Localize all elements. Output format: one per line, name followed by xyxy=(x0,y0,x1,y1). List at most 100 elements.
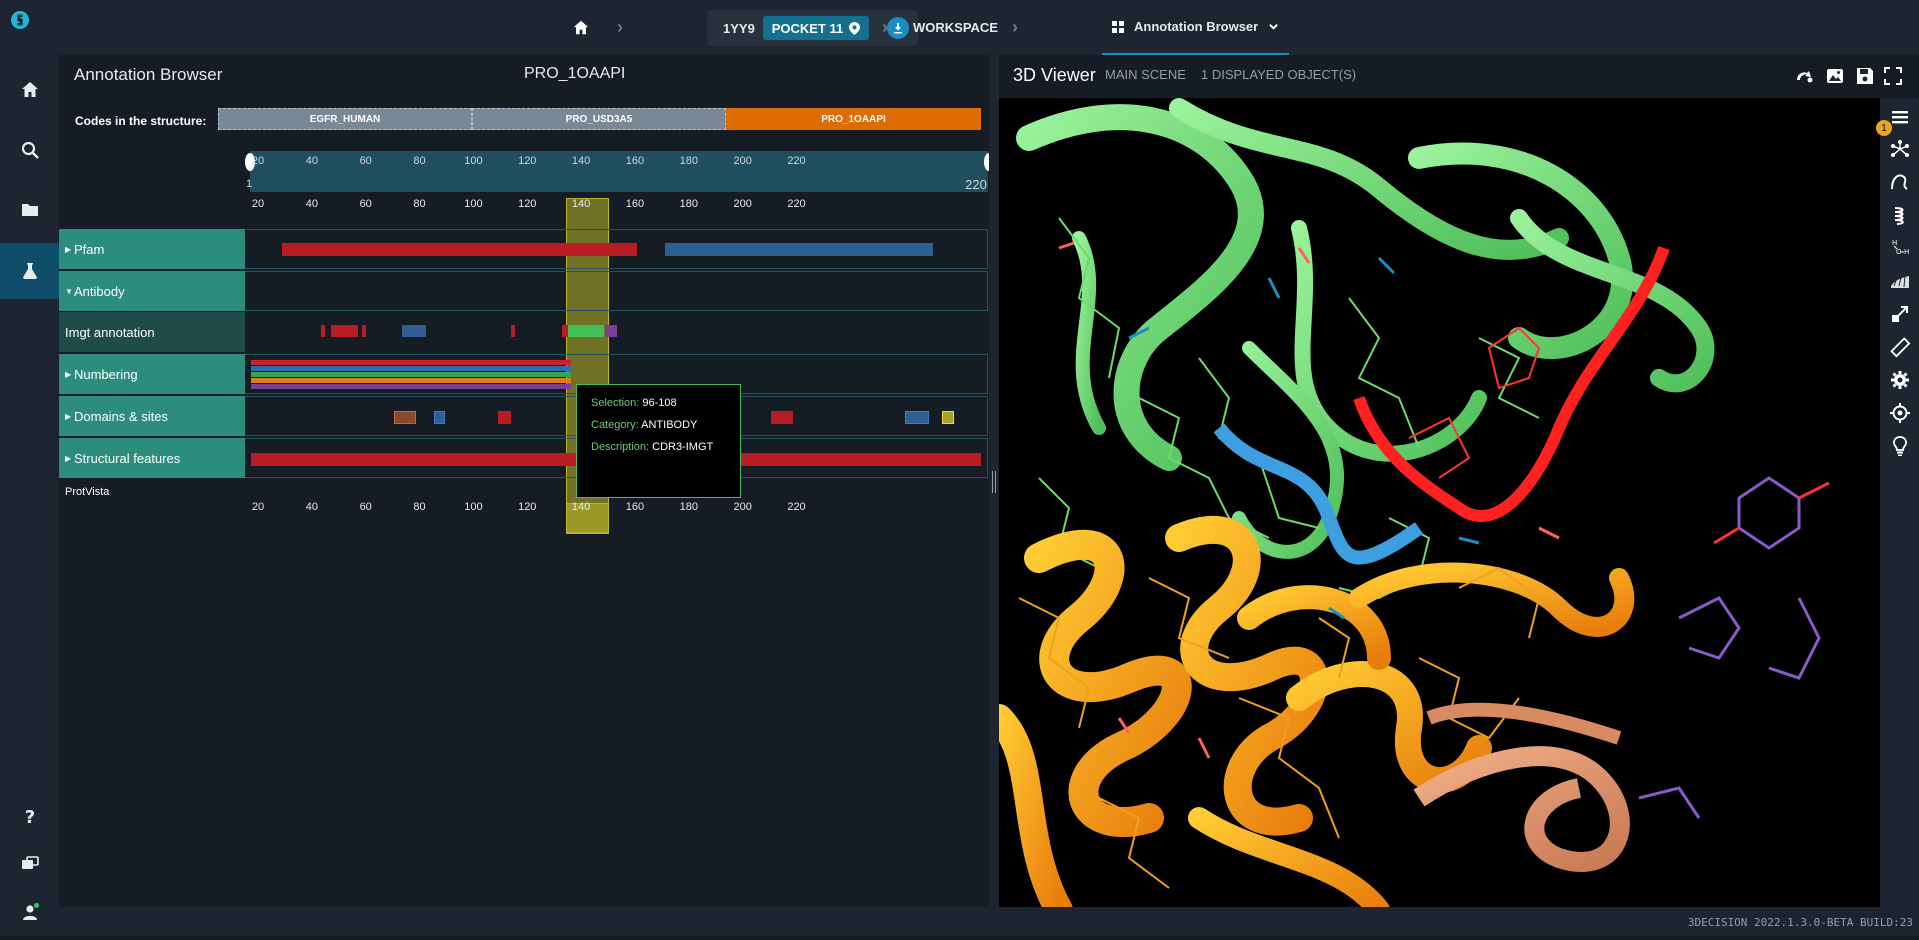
molecule-network-icon xyxy=(1890,139,1909,157)
pocket-label: POCKET 11 xyxy=(771,20,844,36)
numbering-feature[interactable] xyxy=(251,384,571,389)
imgt-feature[interactable] xyxy=(605,325,617,337)
domain-feature[interactable] xyxy=(771,411,793,424)
tooltip-selection-key: Selection: xyxy=(591,397,640,409)
pfam-feature[interactable] xyxy=(665,243,933,256)
imgt-feature[interactable] xyxy=(362,325,366,337)
imgt-feature-cdr3[interactable] xyxy=(568,325,604,337)
settings-button[interactable] xyxy=(1885,365,1914,394)
screenshot-icon[interactable] xyxy=(1825,66,1845,86)
structure-id[interactable]: 1YY9 xyxy=(723,10,755,46)
annotation-browser-panel: Annotation Browser PRO_1OAAPI Codes in t… xyxy=(59,55,994,907)
track-label-antibody[interactable]: ▼ Antibody xyxy=(59,271,245,311)
measure-button[interactable] xyxy=(1885,332,1914,361)
workspace-breadcrumb[interactable]: WORKSPACE xyxy=(913,0,998,55)
code-segment-egfr[interactable]: EGFR_HUMAN xyxy=(218,108,472,130)
molecule-network-button[interactable] xyxy=(1885,134,1914,163)
axis-tick-label: 160 xyxy=(625,198,645,210)
splitter-grip-icon xyxy=(992,471,996,493)
displayed-objects-label[interactable]: 1 DISPLAYED OBJECT(S) xyxy=(1201,67,1356,82)
axis-tick-label-bottom: 40 xyxy=(305,501,318,513)
axis-tick-label: 40 xyxy=(305,198,318,210)
axis-tick-label-bottom: 100 xyxy=(464,501,483,513)
axis-tick-label-bottom: 160 xyxy=(625,501,645,513)
numbering-feature[interactable] xyxy=(251,360,571,365)
feature-tooltip: Selection: 96-108 Category: ANTIBODY Des… xyxy=(576,384,741,498)
cartoon-ribbon-icon xyxy=(1890,174,1908,190)
axis-tick-label-bottom: 60 xyxy=(359,501,372,513)
imgt-feature[interactable] xyxy=(321,325,325,337)
molecule-scene-canvas[interactable] xyxy=(999,98,1880,910)
pocket-badge[interactable]: POCKET 11 xyxy=(763,16,869,40)
tooltip-description-value: CDR3-IMGT xyxy=(652,441,714,453)
help-icon: ? xyxy=(24,807,34,826)
domain-feature[interactable] xyxy=(434,411,445,424)
numbering-feature[interactable] xyxy=(251,372,571,377)
domain-feature[interactable] xyxy=(498,411,511,424)
user-nav-button[interactable] xyxy=(0,884,59,940)
viewer-side-toolbar: HOH xyxy=(1880,98,1919,910)
track-label-domains-sites[interactable]: ▶ Domains & sites xyxy=(59,396,245,436)
navigation-tick-label: 160 xyxy=(625,155,645,167)
flask-icon xyxy=(22,263,37,279)
notification-badge[interactable]: 1 xyxy=(1876,120,1892,136)
numbering-feature[interactable] xyxy=(251,366,571,371)
left-nav-rail: ? xyxy=(0,0,59,936)
navigation-tick-label: 80 xyxy=(413,155,426,167)
resize-arrow-icon xyxy=(1891,305,1908,322)
track-area-imgt xyxy=(245,312,988,352)
protvista-label: ProtVista xyxy=(65,486,110,498)
domain-feature[interactable] xyxy=(905,411,929,424)
track-label-numbering[interactable]: ▶ Numbering xyxy=(59,354,245,394)
track-label-pfam[interactable]: ▶ Pfam xyxy=(59,229,245,269)
water-molecule-icon: HO H xyxy=(1892,239,1909,256)
domain-feature[interactable] xyxy=(394,411,416,424)
surface-mesh-icon xyxy=(1890,275,1909,288)
code-segment-usd3a5[interactable]: PRO_USD3A5 xyxy=(472,108,726,130)
helix-style-button[interactable] xyxy=(1885,200,1914,229)
navigation-tick-label: 220 xyxy=(787,155,806,167)
folder-nav-button[interactable] xyxy=(0,182,59,238)
home-nav-button[interactable] xyxy=(0,62,59,118)
save-icon[interactable] xyxy=(1855,66,1875,86)
track-label-structural-features[interactable]: ▶ Structural features xyxy=(59,438,245,478)
code-segment-1oaapi[interactable]: PRO_1OAAPI xyxy=(726,108,981,130)
cartoon-style-button[interactable] xyxy=(1885,167,1914,196)
imgt-feature[interactable] xyxy=(402,325,426,337)
location-pin-icon xyxy=(849,21,861,35)
track-area-antibody xyxy=(245,271,988,311)
panel-splitter[interactable] xyxy=(989,55,999,907)
fullscreen-icon[interactable] xyxy=(1883,66,1903,86)
svg-text:?: ? xyxy=(24,807,34,826)
imgt-feature[interactable] xyxy=(511,325,515,337)
domain-feature[interactable] xyxy=(942,411,954,424)
track-label-text: Structural features xyxy=(74,450,181,466)
rotate-scene-icon[interactable] xyxy=(1795,66,1815,86)
app-logo-icon[interactable] xyxy=(10,10,48,50)
codes-label: Codes in the structure: xyxy=(75,114,207,128)
navigation-tick-label: 120 xyxy=(518,155,537,167)
scene-label[interactable]: MAIN SCENE xyxy=(1105,67,1186,82)
surface-button[interactable] xyxy=(1885,266,1914,295)
pfam-feature[interactable] xyxy=(282,243,637,256)
track-label-imgt[interactable]: Imgt annotation xyxy=(59,312,245,352)
axis-tick-label-bottom: 80 xyxy=(413,501,426,513)
water-molecules-button[interactable]: HOH xyxy=(1885,233,1914,262)
download-button[interactable] xyxy=(887,17,909,39)
lab-nav-button[interactable] xyxy=(0,243,59,299)
chevron-right-icon: › xyxy=(1012,17,1018,37)
axis-tick-label: 200 xyxy=(733,198,752,210)
tooltip-description-key: Description: xyxy=(591,441,650,453)
home-breadcrumb-button[interactable] xyxy=(572,0,590,55)
navigation-tick-label: 60 xyxy=(359,155,372,167)
imgt-feature[interactable] xyxy=(331,325,358,337)
panel-title: Annotation Browser xyxy=(74,65,223,84)
numbering-feature[interactable] xyxy=(251,378,571,383)
hints-button[interactable] xyxy=(1885,431,1914,460)
focus-button[interactable] xyxy=(1885,398,1914,427)
gear-icon xyxy=(1890,370,1909,389)
search-nav-button[interactable] xyxy=(0,122,59,178)
view-selector-dropdown[interactable]: Annotation Browser xyxy=(1102,0,1290,55)
distance-button[interactable] xyxy=(1885,299,1914,328)
axis-tick-label-bottom: 120 xyxy=(518,501,537,513)
